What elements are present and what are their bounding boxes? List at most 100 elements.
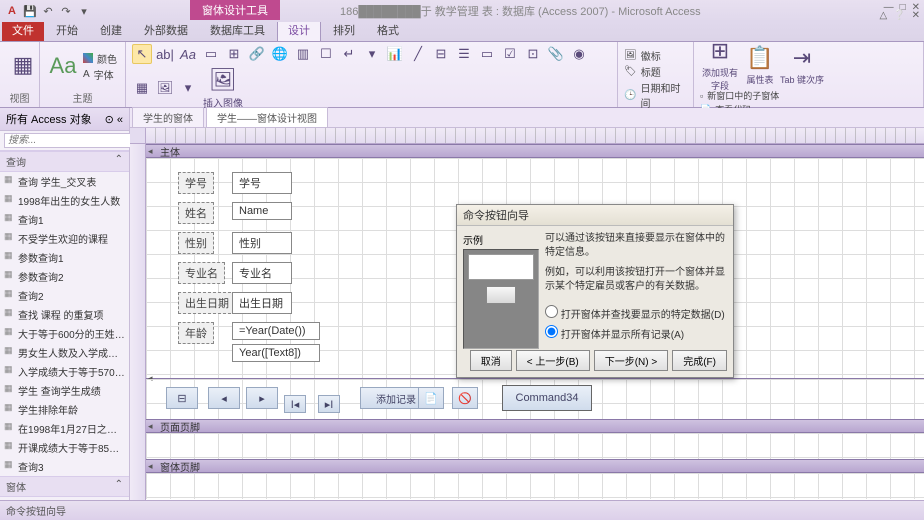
nav-item-query[interactable]: 不受学生欢迎的课程	[0, 229, 129, 248]
tab-arrange[interactable]: 排列	[323, 19, 365, 41]
textbox-name[interactable]: Name	[232, 202, 292, 220]
textbox-expr1[interactable]: =Year(Date())	[232, 322, 320, 340]
doc-close-icon[interactable]: ✕	[912, 10, 920, 21]
wizard-option-1[interactable]: 打开窗体并查找要显示的特定数据(D)	[545, 304, 727, 324]
pointer-tool-icon[interactable]: ↖	[132, 44, 152, 64]
section-pagefooter[interactable]	[146, 433, 924, 459]
nav-tool-icon[interactable]: ▥	[293, 44, 313, 64]
tab-format[interactable]: 格式	[367, 19, 409, 41]
label-gender[interactable]: 性别	[178, 232, 214, 254]
nav-item-query[interactable]: 学生 查询学生成绩	[0, 381, 129, 400]
wizard-next-button[interactable]: 下一步(N) >	[594, 350, 669, 371]
title-button[interactable]: 🏷标题	[624, 64, 687, 79]
web-tool-icon[interactable]: 🌐	[270, 44, 290, 64]
tab-external[interactable]: 外部数据	[134, 19, 198, 41]
hyperlink-tool-icon[interactable]: 🔗	[247, 44, 267, 64]
nav-search-input[interactable]	[4, 133, 146, 148]
tab-order-button[interactable]: ⇥Tab 键次序	[780, 44, 824, 86]
add-field-button[interactable]: ⊞添加现有字段	[700, 44, 740, 86]
nav-first2-button[interactable]: I◂	[284, 395, 306, 413]
more-tools-icon[interactable]: ▾	[178, 78, 198, 98]
nav-header[interactable]: 所有 Access 对象 ⊙ «	[0, 108, 129, 131]
label-student-id[interactable]: 学号	[178, 172, 214, 194]
tab-file[interactable]: 文件	[2, 19, 44, 41]
save-icon[interactable]: 💾	[22, 3, 38, 19]
pagebreak-tool-icon[interactable]: ↵	[339, 44, 359, 64]
section-pagefooter2-bar[interactable]: 页面页脚	[146, 419, 924, 433]
image-tool-icon[interactable]: 🖼	[155, 78, 175, 98]
help-icon[interactable]: ❔	[893, 10, 905, 21]
nav-item-query[interactable]: 学生排除年龄	[0, 400, 129, 419]
datetime-button[interactable]: 🕒日期和时间	[624, 80, 687, 110]
label-age[interactable]: 年龄	[178, 322, 214, 344]
theme-fonts[interactable]: A字体	[83, 67, 117, 82]
section-formfooter-bar[interactable]: 窗体页脚	[146, 459, 924, 473]
wizard-cancel-button[interactable]: 取消	[470, 350, 512, 371]
undo-icon[interactable]: ↶	[40, 3, 56, 19]
nav-group-queries[interactable]: 查询⌃	[0, 151, 129, 172]
nav-item-query[interactable]: 1998年出生的女生人数	[0, 191, 129, 210]
delete-record-button[interactable]: 🚫	[452, 387, 478, 409]
textbox-expr2[interactable]: Year([Text8])	[232, 344, 320, 362]
button-tool-icon[interactable]: ▭	[201, 44, 221, 64]
nav-item-query[interactable]: 在1998年1月27日之后出...	[0, 419, 129, 438]
nav-next-button[interactable]: ▸	[246, 387, 278, 409]
label-major[interactable]: 专业名	[178, 262, 225, 284]
nav-item-query[interactable]: 查询 学生_交叉表	[0, 172, 129, 191]
redo-icon[interactable]: ↷	[58, 3, 74, 19]
view-button[interactable]: ▦	[6, 44, 40, 86]
nav-item-query[interactable]: 入学成绩大于等于570分...	[0, 362, 129, 381]
chart-tool-icon[interactable]: 📊	[385, 44, 405, 64]
tab-create[interactable]: 创建	[90, 19, 132, 41]
command34-button[interactable]: Command34	[502, 385, 592, 411]
nav-collapse-icon[interactable]: ⊙ «	[105, 113, 123, 126]
nav-item-query[interactable]: 查询1	[0, 210, 129, 229]
nav-last-button[interactable]: ▸I	[318, 395, 340, 413]
nav-item-query[interactable]: 查询3	[0, 457, 129, 476]
listbox-tool-icon[interactable]: ☰	[454, 44, 474, 64]
section-detail-bar[interactable]: 主体	[146, 144, 924, 158]
tab-tool-icon[interactable]: ⊞	[224, 44, 244, 64]
nav-item-query[interactable]: 参数查询1	[0, 248, 129, 267]
label-name[interactable]: 姓名	[178, 202, 214, 224]
checkbox-tool-icon[interactable]: ☑	[500, 44, 520, 64]
nav-item-query[interactable]: 参数查询2	[0, 267, 129, 286]
theme-colors[interactable]: 颜色	[83, 51, 117, 66]
qat-dropdown-icon[interactable]: ▾	[76, 3, 92, 19]
textbox-birthdate[interactable]: 出生日期	[232, 292, 292, 314]
themes-button[interactable]: Aa	[46, 45, 80, 87]
label-birthdate[interactable]: 出生日期	[178, 292, 236, 314]
unbound-tool-icon[interactable]: ⊡	[523, 44, 543, 64]
nav-item-query[interactable]: 大于等于600分的王姓女生	[0, 324, 129, 343]
line-tool-icon[interactable]: ╱	[408, 44, 428, 64]
nav-item-query[interactable]: 查询2	[0, 286, 129, 305]
rect-tool-icon[interactable]: ▭	[477, 44, 497, 64]
ribbon-minimize-icon[interactable]: △	[879, 10, 887, 21]
wizard-finish-button[interactable]: 完成(F)	[672, 350, 727, 371]
textbox-student-id[interactable]: 学号	[232, 172, 292, 194]
nav-group-forms[interactable]: 窗体⌃	[0, 476, 129, 497]
nav-prev-button[interactable]: ◂	[208, 387, 240, 409]
nav-item-query[interactable]: 查找 课程 的重复项	[0, 305, 129, 324]
save-record-button[interactable]: 📄	[418, 387, 444, 409]
nav-item-query[interactable]: 开课成绩大于等于85分的...	[0, 438, 129, 457]
doc-tab-2[interactable]: 学生——窗体设计视图	[206, 107, 328, 127]
textbox-tool-icon[interactable]: ab|	[155, 44, 175, 64]
option-group-icon[interactable]: ☐	[316, 44, 336, 64]
toggle-tool-icon[interactable]: ⊟	[431, 44, 451, 64]
nav-first-button[interactable]: ⊟	[166, 387, 198, 409]
attachment-tool-icon[interactable]: 📎	[546, 44, 566, 64]
textbox-major[interactable]: 专业名	[232, 262, 292, 284]
radio-tool-icon[interactable]: ◉	[569, 44, 589, 64]
property-sheet-button[interactable]: 📋属性表	[743, 44, 777, 86]
tab-home[interactable]: 开始	[46, 19, 88, 41]
label-tool-icon[interactable]: Aa	[178, 44, 198, 64]
subform-tool-icon[interactable]: ▦	[132, 78, 152, 98]
combo-tool-icon[interactable]: ▾	[362, 44, 382, 64]
nav-item-query[interactable]: 男女生人数及入学成绩最...	[0, 343, 129, 362]
insert-image-button[interactable]: 🖼插入图像	[201, 67, 245, 109]
logo-button[interactable]: 🖼徽标	[624, 48, 687, 63]
wizard-option-2[interactable]: 打开窗体并显示所有记录(A)	[545, 324, 727, 344]
section-nav-row[interactable]: ⊟ ◂ ▸ I◂ ▸I 添加记录 📄 🚫 Command34	[146, 379, 924, 419]
doc-tab-1[interactable]: 学生的窗体	[132, 107, 204, 127]
